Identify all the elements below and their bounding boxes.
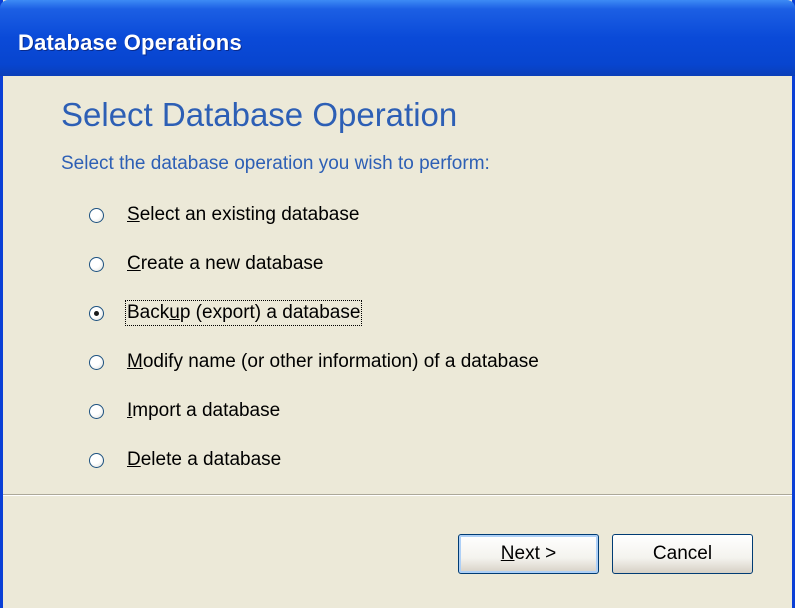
option-label[interactable]: Backup (export) a database <box>124 300 363 326</box>
page-subtitle: Select the database operation you wish t… <box>61 153 490 174</box>
cancel-button[interactable]: Cancel <box>612 534 753 574</box>
option-modify-name[interactable]: Modify name (or other information) of a … <box>89 349 540 375</box>
next-button[interactable]: Next > <box>458 534 599 574</box>
option-create-new[interactable]: Create a new database <box>89 251 324 277</box>
option-label[interactable]: Select an existing database <box>126 203 360 227</box>
radio-selected-dot <box>94 310 99 316</box>
window-title: Database Operations <box>18 30 242 55</box>
option-import[interactable]: Import a database <box>89 398 281 424</box>
separator-line <box>3 494 792 496</box>
option-label[interactable]: Modify name (or other information) of a … <box>126 350 540 374</box>
radio-button[interactable] <box>89 452 104 468</box>
option-select-existing[interactable]: Select an existing database <box>89 202 360 228</box>
option-backup-export[interactable]: Backup (export) a database <box>89 300 363 326</box>
option-label[interactable]: Delete a database <box>126 448 282 472</box>
radio-button[interactable] <box>89 403 104 419</box>
option-label[interactable]: Create a new database <box>126 252 324 276</box>
radio-button[interactable] <box>89 256 104 272</box>
radio-button-selected[interactable] <box>89 305 104 321</box>
radio-button[interactable] <box>89 207 104 223</box>
option-label[interactable]: Import a database <box>126 399 281 423</box>
database-operations-dialog: Database Operations Select Database Oper… <box>0 0 795 608</box>
title-bar[interactable]: Database Operations <box>0 0 795 76</box>
page-heading: Select Database Operation <box>61 96 458 133</box>
option-delete[interactable]: Delete a database <box>89 447 282 473</box>
radio-button[interactable] <box>89 354 104 370</box>
